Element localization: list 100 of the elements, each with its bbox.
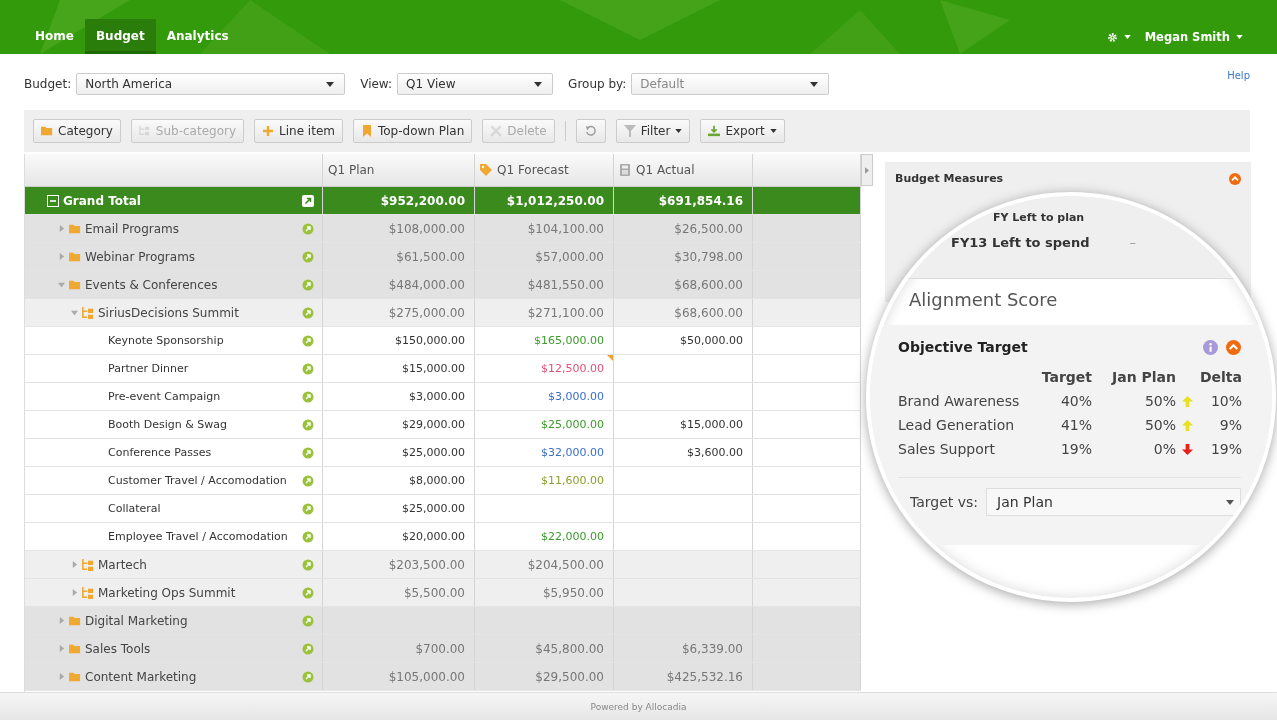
user-menu[interactable]: Megan Smith (1144, 30, 1230, 44)
folder-icon (41, 125, 53, 137)
table-cell: $484,000.00 (388, 277, 465, 292)
arrow-circle-icon[interactable] (302, 558, 314, 571)
table-cell: $105,000.00 (388, 669, 465, 684)
column-header[interactable]: Q1 Plan (323, 154, 475, 186)
info-icon[interactable] (1203, 339, 1218, 355)
arrow-circle-icon[interactable] (302, 390, 314, 403)
caret-icon[interactable] (1236, 35, 1243, 39)
expand-arrow-icon[interactable] (58, 673, 65, 680)
target-vs-dropdown[interactable]: Jan Plan (986, 488, 1241, 516)
row-label: Customer Travel / Accomodation (107, 474, 288, 487)
table-cell: $691,854.16 (658, 193, 743, 208)
row-label: Collateral (107, 502, 162, 515)
row-label: Pre-event Campaign (107, 390, 222, 403)
table-cell: $8,000.00 (409, 474, 465, 487)
arrow-circle-icon[interactable] (302, 334, 314, 347)
arrow-circle-icon[interactable] (302, 362, 314, 375)
table-cell: $5,500.00 (403, 585, 465, 600)
folder-icon (69, 614, 81, 627)
arrow-circle-icon[interactable] (302, 530, 314, 543)
arrow-circle-icon[interactable] (302, 642, 314, 655)
budget-dropdown[interactable]: North America (76, 73, 346, 95)
expand-arrow-icon[interactable] (71, 589, 78, 596)
table-cell: $68,600.00 (674, 277, 743, 292)
row-label: Events & Conferences (85, 277, 219, 292)
arrow-circle-icon[interactable] (302, 446, 314, 459)
column-header: Target (1040, 369, 1092, 385)
table-cell-text: 9% (1218, 417, 1242, 433)
open-icon[interactable] (302, 194, 314, 207)
toolbar-button[interactable]: Filter (615, 119, 691, 143)
caret-icon[interactable] (1123, 35, 1131, 39)
table-cell: $952,200.00 (380, 193, 465, 208)
caret-icon (1226, 499, 1234, 505)
expand-arrow-icon[interactable] (58, 225, 65, 232)
table-cell: $50,000.00 (680, 334, 743, 347)
section-title: Alignment Score (909, 288, 1058, 310)
row-label: Conference Passes (107, 446, 213, 459)
table-cell: $26,500.00 (674, 221, 743, 236)
folder-icon (69, 278, 81, 291)
table-cell: $700.00 (415, 641, 465, 656)
table-cell: $481,550.00 (527, 277, 604, 292)
collapse-icon[interactable] (47, 194, 59, 207)
table-cell: $25,000.00 (402, 502, 465, 515)
expand-arrow-icon[interactable] (71, 309, 78, 316)
expand-arrow-icon[interactable] (71, 561, 78, 568)
table-cell: $68,600.00 (674, 305, 743, 320)
table-cell-text: 10% (1209, 393, 1242, 409)
table-cell: $165,000.00 (534, 334, 604, 347)
undo-button[interactable] (575, 119, 606, 143)
row-label: Keynote Sponsorship (107, 334, 225, 347)
row-label: SiriusDecisions Summit (98, 305, 240, 320)
toolbar-button[interactable]: Line item (254, 119, 343, 143)
column-header[interactable]: Q1 Forecast (475, 154, 614, 186)
arrow-circle-icon[interactable] (302, 614, 314, 627)
arrow-circle-icon[interactable] (302, 586, 314, 599)
arrow-circle-icon[interactable] (302, 278, 314, 291)
table-cell: $204,500.00 (527, 557, 604, 572)
row-label: Digital Marketing (85, 613, 189, 628)
expand-arrow-icon[interactable] (58, 645, 65, 652)
arrow-circle-icon[interactable] (302, 418, 314, 431)
arrow-circle-icon[interactable] (302, 474, 314, 487)
undo-icon (584, 125, 597, 137)
table-cell: $203,500.00 (388, 557, 465, 572)
calculator-icon (619, 164, 631, 176)
nav-tab[interactable]: Analytics (155, 19, 240, 54)
expand-arrow-icon[interactable] (58, 281, 65, 288)
view-dropdown[interactable]: Q1 View (397, 73, 554, 95)
table-cell: $3,000.00 (548, 390, 604, 403)
nav-tab[interactable]: Budget (84, 19, 156, 54)
toolbar-button[interactable]: Category (33, 119, 121, 143)
collapse-icon[interactable] (1226, 339, 1241, 355)
collapse-icon[interactable] (1229, 172, 1241, 185)
arrow-circle-icon[interactable] (302, 250, 314, 263)
arrow-circle-icon[interactable] (302, 222, 314, 235)
hierarchy-icon (82, 586, 94, 599)
table-cell: $25,000.00 (541, 418, 604, 431)
panel-toggle-button[interactable] (861, 154, 873, 186)
folder-icon (69, 222, 81, 235)
arrow-circle-icon[interactable] (302, 502, 314, 515)
expand-arrow-icon[interactable] (58, 253, 65, 260)
expand-arrow-icon[interactable] (58, 617, 65, 624)
table-cell-text: 50% (1143, 417, 1176, 433)
row-label: Booth Design & Swag (107, 418, 229, 431)
toolbar-button[interactable]: Export (700, 119, 785, 143)
row-label: Grand Total (63, 193, 142, 208)
arrow-circle-icon[interactable] (302, 306, 314, 319)
arrow-circle-icon[interactable] (302, 670, 314, 683)
folder-icon (69, 642, 81, 655)
column-header[interactable]: Q1 Actual (614, 154, 753, 186)
toolbar-button[interactable]: Top-down Plan (352, 119, 473, 143)
table-cell: $20,000.00 (402, 530, 465, 543)
measure-label: FY Left to plan (993, 210, 1085, 224)
group-by-label: Group by: (568, 77, 627, 91)
table-cell-text: 0% (1152, 441, 1176, 457)
help-link[interactable]: Help (1227, 70, 1250, 81)
powered-by-text: Powered by Allocadia (590, 701, 687, 712)
table-cell: $425,532.16 (666, 669, 743, 684)
hierarchy-icon (82, 558, 94, 571)
settings-icon[interactable] (1106, 31, 1118, 43)
